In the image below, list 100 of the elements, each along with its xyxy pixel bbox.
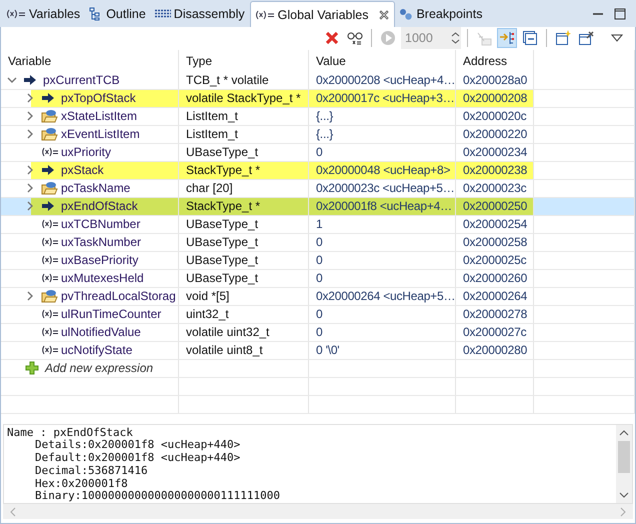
expand-chevron-icon[interactable] xyxy=(25,111,35,121)
variable-row[interactable]: xStateListItem ListItem_t {...} 0x2000020c xyxy=(1,108,635,126)
variable-row[interactable]: uxTCBNumber UBaseType_t 1 0x20000254 xyxy=(1,216,635,234)
variable-name: pxTopOfStack xyxy=(61,90,136,106)
structure-icon xyxy=(41,181,58,195)
view-tab[interactable]: Outline xyxy=(85,0,151,27)
variable-row[interactable]: uxMutexesHeld UBaseType_t 0 0x20000260 xyxy=(1,270,635,288)
collapse-chevron-icon[interactable] xyxy=(7,75,17,85)
column-header[interactable]: Type xyxy=(179,50,309,72)
type-cell: void *[5] xyxy=(179,288,309,304)
view-tab[interactable]: Disassembly xyxy=(150,0,250,27)
view-tab[interactable]: Breakpoints xyxy=(395,0,488,27)
variable-name: uxTaskNumber xyxy=(61,234,142,250)
value-cell: 0 xyxy=(309,252,456,268)
type-cell: uint32_t xyxy=(179,306,309,322)
address-cell: 0x200028a0 xyxy=(456,72,534,88)
value-cell: 0x2000017c <ucHeap+3… xyxy=(309,90,456,106)
value-cell: 0x20000048 <ucHeap+8> xyxy=(309,162,456,178)
variable-icon xyxy=(41,309,58,319)
variable-row[interactable]: pxCurrentTCB TCB_t * volatile 0x20000208 <ucHeap+4… 0x200028a0 xyxy=(1,72,635,90)
value-cell: 0x200001f8 <ucHeap+4… xyxy=(309,198,456,214)
structure-icon xyxy=(41,127,58,141)
address-cell: 0x2000020c xyxy=(456,108,534,124)
address-cell: 0x20000260 xyxy=(456,270,534,286)
details-line: Hex:0x200001f8 xyxy=(34,478,129,490)
variable-name: pxCurrentTCB xyxy=(43,72,120,88)
expand-chevron-icon[interactable] xyxy=(25,93,35,103)
pointer-arrow-icon xyxy=(23,74,37,86)
expand-chevron-icon[interactable] xyxy=(25,165,35,175)
expand-chevron-icon[interactable] xyxy=(25,183,35,193)
column-header[interactable]: Address xyxy=(456,50,534,72)
variable-icon xyxy=(41,273,58,283)
type-cell: UBaseType_t xyxy=(179,270,309,286)
address-cell: 0x20000234 xyxy=(456,144,534,160)
maximize-icon[interactable] xyxy=(614,8,626,20)
expand-chevron-icon[interactable] xyxy=(25,291,35,301)
variables-icon xyxy=(6,8,26,18)
variable-name: pxEndOfStack xyxy=(61,198,138,214)
variable-row[interactable]: xEventListItem ListItem_t {...} 0x20000220 xyxy=(1,126,635,144)
view-tab[interactable]: Variables xyxy=(2,0,86,27)
type-cell: volatile uint8_t xyxy=(179,342,309,358)
variable-row[interactable]: uxPriority UBaseType_t 0 0x20000234 xyxy=(1,144,635,162)
variable-name: uxPriority xyxy=(61,144,112,160)
address-cell: 0x20000280 xyxy=(456,342,534,358)
structure-icon xyxy=(41,109,58,123)
value-cell: 0 '\0' xyxy=(309,342,456,358)
variable-row[interactable]: ucNotifyState volatile uint8_t 0 '\0' 0x20000280 xyxy=(1,342,635,360)
structure-icon xyxy=(41,289,58,303)
value-cell: 0 xyxy=(309,270,456,286)
value-cell: 0x2000023c <ucHeap+5… xyxy=(309,180,456,196)
variable-row[interactable]: pxEndOfStack StackType_t * 0x200001f8 <ucHeap+4… 0x20000250 xyxy=(1,198,635,216)
details-line: Binary:100000000000000000000111111000 xyxy=(34,490,282,504)
variable-row[interactable]: ulRunTimeCounter uint32_t 0 0x20000278 xyxy=(1,306,635,324)
address-cell: 0x20000220 xyxy=(456,126,534,142)
pointer-arrow-icon xyxy=(41,164,55,176)
scroll-down-icon[interactable] xyxy=(619,491,629,500)
type-cell: StackType_t * xyxy=(179,198,309,214)
variable-name: pvThreadLocalStorag xyxy=(61,288,176,304)
address-cell: 0x20000278 xyxy=(456,306,534,322)
variable-row[interactable]: pxStack StackType_t * 0x20000048 <ucHeap+8> 0x20000238 xyxy=(1,162,635,180)
address-cell: 0x2000027c xyxy=(456,324,534,340)
variable-row[interactable]: pvThreadLocalStorag void *[5] 0x20000264 <ucHeap+5… 0x20000264 xyxy=(1,288,635,306)
layout-button[interactable] xyxy=(497,28,517,48)
vertical-scrollbar[interactable] xyxy=(616,424,632,504)
details-line: Decimal:536871416 xyxy=(34,464,149,478)
variable-icon xyxy=(41,327,58,337)
variable-row[interactable]: uxBasePriority UBaseType_t 0 0x2000025c xyxy=(1,252,635,270)
type-cell: UBaseType_t xyxy=(179,216,309,232)
disassembly-icon xyxy=(154,8,171,18)
type-cell: TCB_t * volatile xyxy=(179,72,309,88)
variable-row[interactable]: ulNotifiedValue volatile uint32_t 0 0x2000027c xyxy=(1,324,635,342)
value-cell: 0 xyxy=(309,324,456,340)
view-tab[interactable]: Global Variables xyxy=(250,1,396,27)
variable-name: ulRunTimeCounter xyxy=(61,306,162,322)
view-menu-icon[interactable] xyxy=(611,34,623,42)
variable-icon xyxy=(41,237,58,247)
scroll-up-icon[interactable] xyxy=(619,428,629,436)
variable-row[interactable]: uxTaskNumber UBaseType_t 0 0x20000258 xyxy=(1,234,635,252)
column-header[interactable]: Value xyxy=(309,50,456,72)
address-cell: 0x20000254 xyxy=(456,216,534,232)
value-cell: {...} xyxy=(309,108,456,124)
column-header[interactable]: Variable xyxy=(1,50,179,72)
value-cell: 0 xyxy=(309,306,456,322)
type-cell: volatile uint32_t xyxy=(179,324,309,340)
expand-chevron-icon[interactable] xyxy=(25,129,35,139)
add-expression-link[interactable]: Add new expression xyxy=(45,360,154,376)
variable-name: uxBasePriority xyxy=(61,252,138,268)
variable-name: pcTaskName xyxy=(61,180,130,196)
variable-name: uxMutexesHeld xyxy=(61,270,144,286)
expand-chevron-icon[interactable] xyxy=(25,201,35,211)
type-cell: ListItem_t xyxy=(179,126,309,142)
variable-name: ulNotifiedValue xyxy=(61,324,141,340)
variable-icon xyxy=(41,255,58,265)
pointer-arrow-icon xyxy=(41,92,55,104)
variable-row[interactable]: pxTopOfStack volatile StackType_t * 0x2000017c <ucHeap+3… 0x20000208 xyxy=(1,90,635,108)
type-cell: ListItem_t xyxy=(179,108,309,124)
address-cell: 0x20000250 xyxy=(456,198,534,214)
details-line: Default:0x200001f8 <ucHeap+440> xyxy=(34,452,242,465)
close-icon[interactable] xyxy=(379,10,390,20)
value-cell: 0x20000264 <ucHeap+5… xyxy=(309,288,456,304)
